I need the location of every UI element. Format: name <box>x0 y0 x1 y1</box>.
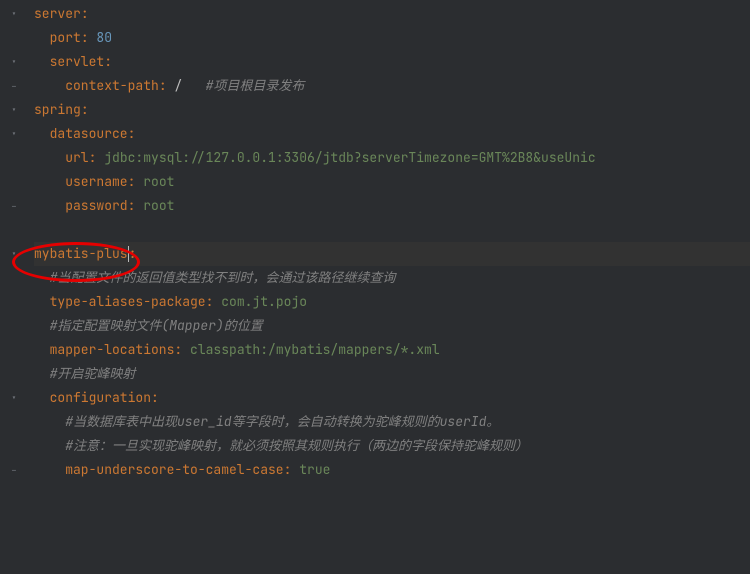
code-token: type-aliases-package <box>50 290 206 314</box>
code-token: true <box>299 458 330 482</box>
code-token: servlet <box>50 50 105 74</box>
code-token: classpath:/mybatis/mappers/*.xml <box>190 338 440 362</box>
gutter-row <box>0 434 28 458</box>
code-token: mapper-locations <box>50 338 175 362</box>
code-line[interactable]: datasource: <box>34 122 750 146</box>
code-token: : <box>81 2 89 26</box>
code-token: #项目根目录发布 <box>206 74 305 98</box>
gutter-row: – <box>0 74 28 98</box>
code-token: / <box>174 74 205 98</box>
code-token: : <box>128 122 136 146</box>
code-token: 80 <box>96 26 112 50</box>
fold-expand-icon[interactable]: ▾ <box>11 50 16 74</box>
fold-collapse-icon[interactable]: – <box>11 458 16 482</box>
code-token: password <box>65 194 127 218</box>
code-line[interactable]: configuration: <box>34 386 750 410</box>
code-token: : <box>206 290 222 314</box>
code-token: : <box>81 26 97 50</box>
code-token: #指定配置映射文件(Mapper)的位置 <box>50 314 263 338</box>
code-line[interactable]: mapper-locations: classpath:/mybatis/map… <box>34 338 750 362</box>
fold-collapse-icon[interactable]: – <box>11 194 16 218</box>
gutter-row <box>0 26 28 50</box>
gutter-row <box>0 170 28 194</box>
code-line[interactable]: username: root <box>34 170 750 194</box>
code-token: #开启驼峰映射 <box>50 362 136 386</box>
gutter-row <box>0 146 28 170</box>
code-token: mybatis-plus <box>34 242 128 266</box>
code-line[interactable]: #当配置文件的返回值类型找不到时，会通过该路径继续查询 <box>34 266 750 290</box>
gutter-row <box>0 362 28 386</box>
code-token: : <box>128 194 144 218</box>
code-token: : <box>128 170 144 194</box>
fold-expand-icon[interactable]: ▾ <box>11 242 16 266</box>
code-token: datasource <box>50 122 128 146</box>
code-token: : <box>129 242 137 266</box>
fold-expand-icon[interactable]: ▾ <box>11 122 16 146</box>
code-line[interactable]: #当数据库表中出现user_id等字段时，会自动转换为驼峰规则的userId。 <box>34 410 750 434</box>
code-token: : <box>89 146 105 170</box>
code-line[interactable]: #注意：一旦实现驼峰映射，就必须按照其规则执行（两边的字段保持驼峰规则） <box>34 434 750 458</box>
code-token: #当配置文件的返回值类型找不到时，会通过该路径继续查询 <box>50 266 396 290</box>
code-token: server <box>34 2 81 26</box>
gutter-row: ▾ <box>0 242 28 266</box>
code-token: spring <box>34 98 81 122</box>
fold-expand-icon[interactable]: ▾ <box>11 386 16 410</box>
code-editor[interactable]: ▾▾–▾▾–▾▾– server: port: 80 servlet: cont… <box>0 0 750 574</box>
gutter-row <box>0 266 28 290</box>
gutter-row: – <box>0 458 28 482</box>
code-token: root <box>143 170 174 194</box>
gutter-row: – <box>0 194 28 218</box>
code-token: url <box>65 146 88 170</box>
gutter-row <box>0 410 28 434</box>
code-line[interactable]: #开启驼峰映射 <box>34 362 750 386</box>
code-token: username <box>65 170 127 194</box>
fold-expand-icon[interactable]: ▾ <box>11 98 16 122</box>
gutter-row <box>0 218 28 242</box>
gutter-row: ▾ <box>0 386 28 410</box>
code-token: : <box>104 50 112 74</box>
code-token: : <box>151 386 159 410</box>
code-line[interactable]: #指定配置映射文件(Mapper)的位置 <box>34 314 750 338</box>
code-token: map-underscore-to-camel-case <box>65 458 283 482</box>
gutter-row: ▾ <box>0 50 28 74</box>
gutter-row <box>0 314 28 338</box>
code-token: : <box>174 338 190 362</box>
code-line[interactable]: context-path: / #项目根目录发布 <box>34 74 750 98</box>
code-line[interactable]: port: 80 <box>34 26 750 50</box>
code-line[interactable]: url: jdbc:mysql://127.0.0.1:3306/jtdb?se… <box>34 146 750 170</box>
gutter-row: ▾ <box>0 98 28 122</box>
code-token: : <box>159 74 175 98</box>
code-line[interactable] <box>34 218 750 242</box>
code-token: : <box>81 98 89 122</box>
code-token: jdbc:mysql://127.0.0.1:3306/jtdb?serverT… <box>104 146 595 170</box>
code-token: #注意：一旦实现驼峰映射，就必须按照其规则执行（两边的字段保持驼峰规则） <box>65 434 528 458</box>
code-area[interactable]: server: port: 80 servlet: context-path: … <box>28 0 750 574</box>
code-token: port <box>50 26 81 50</box>
code-line[interactable]: type-aliases-package: com.jt.pojo <box>34 290 750 314</box>
code-line[interactable]: servlet: <box>34 50 750 74</box>
gutter-row: ▾ <box>0 2 28 26</box>
code-token: com.jt.pojo <box>221 290 307 314</box>
gutter-row: ▾ <box>0 122 28 146</box>
gutter-row <box>0 338 28 362</box>
gutter: ▾▾–▾▾–▾▾– <box>0 0 28 574</box>
code-token: root <box>143 194 174 218</box>
code-line[interactable]: password: root <box>34 194 750 218</box>
code-token: context-path <box>65 74 159 98</box>
code-token: : <box>284 458 300 482</box>
fold-collapse-icon[interactable]: – <box>11 74 16 98</box>
gutter-row <box>0 290 28 314</box>
fold-expand-icon[interactable]: ▾ <box>11 2 16 26</box>
code-line[interactable]: map-underscore-to-camel-case: true <box>34 458 750 482</box>
code-token: configuration <box>50 386 151 410</box>
code-line[interactable]: mybatis-plus: <box>34 242 750 266</box>
code-token: #当数据库表中出现user_id等字段时，会自动转换为驼峰规则的userId。 <box>65 410 499 434</box>
code-line[interactable]: spring: <box>34 98 750 122</box>
code-line[interactable]: server: <box>34 2 750 26</box>
